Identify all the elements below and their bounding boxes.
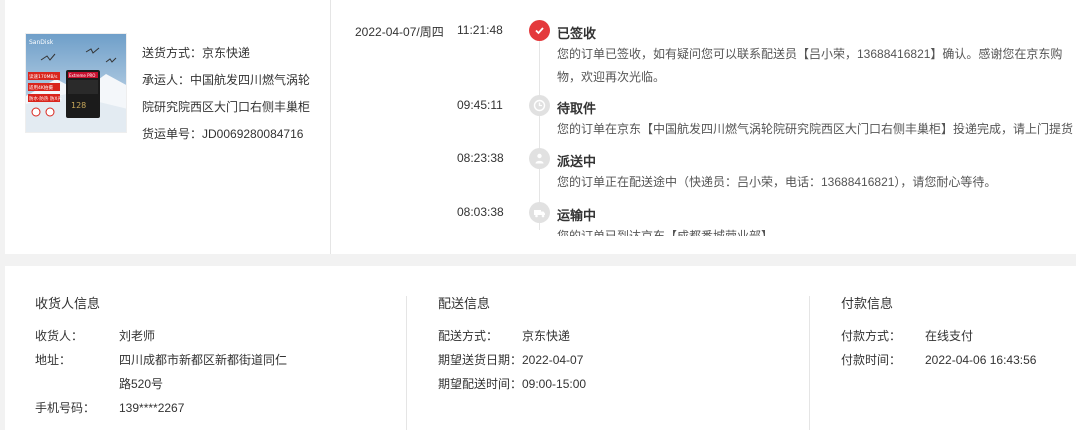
payment-time-row: 付款时间： 2022-04-06 16:43:56 — [841, 348, 1076, 372]
tracking-status: 待取件 — [557, 101, 597, 116]
tracking-status: 派送中 — [557, 154, 597, 169]
svg-text:Extreme PRO: Extreme PRO — [69, 73, 95, 78]
shipping-method-value: 京东快递 — [202, 46, 251, 60]
receiver-phone-row: 手机号码： 139****2267 — [35, 396, 406, 420]
tracking-description: 您的订单在京东【中国航发四川燃气涡轮院研究院西区大门口右侧丰巢柜】投递完成，请上… — [557, 122, 1074, 136]
delivery-method-label: 配送方式： — [438, 329, 499, 343]
svg-text:适用4K拍摄: 适用4K拍摄 — [29, 84, 53, 91]
tracking-number-line: 货运单号：JD0069280084716 — [142, 121, 322, 148]
tracking-description: 您的订单正在配送途中（快递员：吕小荣，电话：13688416821），请您耐心等… — [557, 175, 997, 189]
svg-text:读速170MB/s: 读速170MB/s — [29, 73, 58, 80]
receiver-address-row: 地址： 四川成都市新都区新都街道同仁路520号 — [35, 348, 406, 396]
receiver-phone-value: 139****2267 — [119, 401, 185, 415]
delivery-time-row: 期望配送时间： 09:00-15:00 — [438, 372, 809, 396]
tracking-time: 11:21:48 — [457, 23, 503, 37]
clock-icon — [529, 95, 550, 116]
receiver-info-title: 收货人信息 — [35, 296, 101, 311]
tracking-time: 08:03:38 — [457, 205, 504, 219]
payment-method-label: 付款方式： — [841, 329, 902, 343]
receiver-info: 收货人信息 收货人： 刘老师 地址： 四川成都市新都区新都街道同仁路520号 手… — [35, 296, 407, 430]
payment-info: 付款信息 付款方式： 在线支付 付款时间： 2022-04-06 16:43:5… — [810, 296, 1076, 430]
receiver-address-label: 地址： — [35, 353, 72, 367]
receiver-name-row: 收货人： 刘老师 — [35, 324, 406, 348]
svg-text:防水·防热 防X光: 防水·防热 防X光 — [29, 95, 62, 102]
delivery-info: 配送信息 配送方式： 京东快递 期望送货日期： 2022-04-07 期望配送时… — [407, 296, 810, 430]
courier-icon — [529, 148, 550, 169]
check-icon — [529, 20, 550, 41]
payment-time-label: 付款时间： — [841, 353, 902, 367]
tracking-timeline[interactable]: 2022-04-07/周四 11:21:48 已签收 您的订单已签收，如有疑问您… — [331, 0, 1076, 236]
tracking-time: 08:23:38 — [457, 151, 504, 165]
delivery-date-row: 期望送货日期： 2022-04-07 — [438, 348, 809, 372]
tracking-number-value: JD0069280084716 — [202, 127, 304, 141]
receiver-name-label: 收货人： — [35, 329, 84, 343]
shipping-info: 送货方式：京东快递 承运人：中国航发四川燃气涡轮院研究院西区大门口右侧丰巢柜 货… — [142, 40, 322, 148]
svg-text:SanDisk: SanDisk — [29, 39, 54, 46]
timeline-line — [539, 30, 540, 230]
order-tracking-panel: SanDisk 读速170MB/s 适用4K拍摄 防水·防热 防X光 Extre… — [5, 0, 1076, 254]
svg-text:128: 128 — [71, 101, 86, 110]
delivery-method-value: 京东快递 — [522, 329, 571, 343]
delivery-method-row: 配送方式： 京东快递 — [438, 324, 809, 348]
truck-icon — [529, 202, 550, 223]
tracking-date: 2022-04-07/周四 — [355, 25, 444, 39]
shipping-method-label: 送货方式： — [142, 46, 203, 60]
delivery-time-value: 09:00-15:00 — [522, 377, 587, 391]
payment-method-value: 在线支付 — [925, 329, 974, 343]
payment-time-value: 2022-04-06 16:43:56 — [925, 353, 1037, 367]
sd-card-product-picture: SanDisk 读速170MB/s 适用4K拍摄 防水·防热 防X光 Extre… — [26, 34, 126, 132]
tracking-description: 您的订单已签收，如有疑问您可以联系配送员【吕小荣，13688416821】确认。… — [557, 47, 1063, 84]
tracking-description: 您的订单已到达京东【成都番城营业部】 — [557, 229, 774, 236]
tracking-time: 09:45:11 — [457, 98, 503, 112]
carrier-line: 承运人：中国航发四川燃气涡轮院研究院西区大门口右侧丰巢柜 — [142, 67, 322, 121]
payment-method-row: 付款方式： 在线支付 — [841, 324, 1076, 348]
product-image[interactable]: SanDisk 读速170MB/s 适用4K拍摄 防水·防热 防X光 Extre… — [25, 33, 127, 133]
tracking-status: 已签收 — [557, 26, 597, 41]
shipping-method-line: 送货方式：京东快递 — [142, 40, 322, 67]
delivery-time-label: 期望配送时间： — [438, 377, 523, 391]
carrier-label: 承运人： — [142, 73, 191, 87]
delivery-date-value: 2022-04-07 — [522, 353, 584, 367]
tracking-status: 运输中 — [557, 208, 597, 223]
receiver-phone-label: 手机号码： — [35, 401, 96, 415]
tracking-number-label: 货运单号： — [142, 127, 203, 141]
payment-info-title: 付款信息 — [841, 296, 894, 311]
order-details-panel: 收货人信息 收货人： 刘老师 地址： 四川成都市新都区新都街道同仁路520号 手… — [5, 266, 1076, 430]
delivery-info-title: 配送信息 — [438, 296, 491, 311]
receiver-address-value: 四川成都市新都区新都街道同仁路520号 — [119, 353, 288, 391]
order-summary: SanDisk 读速170MB/s 适用4K拍摄 防水·防热 防X光 Extre… — [5, 0, 331, 254]
receiver-name-value: 刘老师 — [119, 329, 156, 343]
delivery-date-label: 期望送货日期： — [438, 353, 523, 367]
